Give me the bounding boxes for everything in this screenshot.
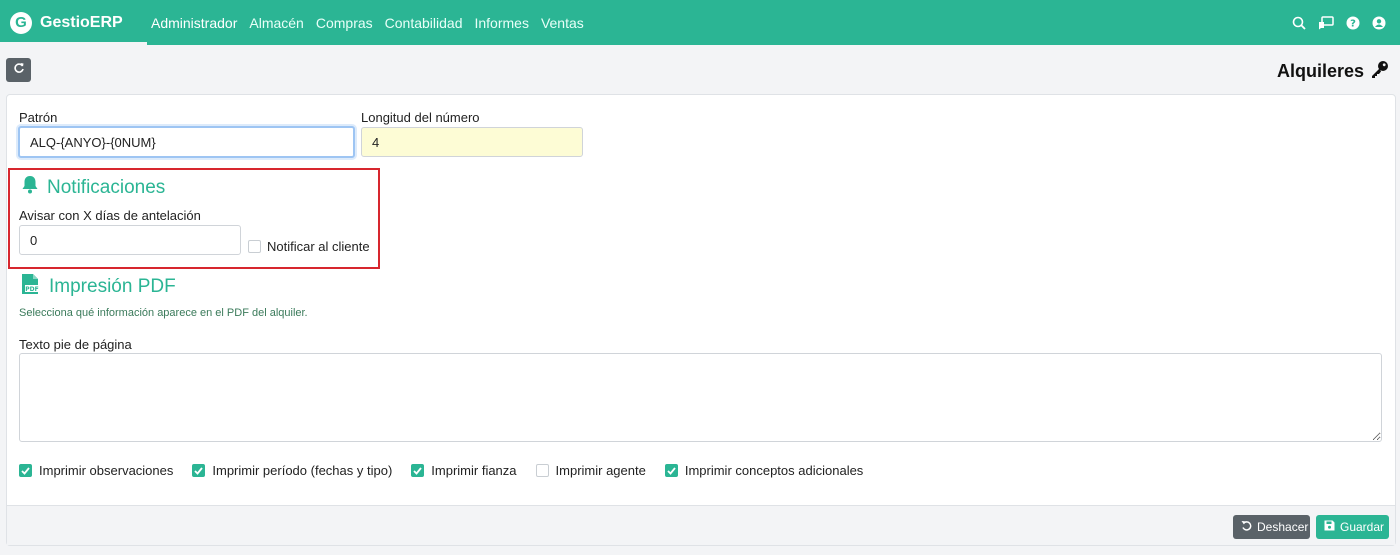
undo-icon (1241, 520, 1252, 534)
nav-item-ventas[interactable]: Ventas (535, 15, 590, 31)
page-title-text: Alquileres (1276, 61, 1364, 81)
key-icon (1370, 59, 1390, 84)
main-menu: Administrador Almacén Compras Contabilid… (147, 0, 590, 45)
option-periodo[interactable]: Imprimir período (fechas y tipo) (192, 463, 392, 478)
undo-button[interactable]: Deshacer (1233, 515, 1310, 539)
option-conceptos-label: Imprimir conceptos adicionales (684, 463, 864, 478)
pdf-title-text: Impresión PDF (49, 276, 176, 297)
pdf-section-title: PDF Impresión PDF (21, 273, 176, 301)
number-length-label: Longitud del número (361, 110, 480, 125)
brand-logo-icon: G (10, 11, 32, 34)
notify-client-checkbox[interactable] (248, 240, 261, 253)
undo-label: Deshacer (1257, 520, 1309, 534)
option-agente-label: Imprimir agente (555, 463, 646, 478)
pdf-options-row: Imprimir observaciones Imprimir período … (19, 463, 882, 478)
help-icon[interactable]: ? (1346, 16, 1360, 30)
page-title: Alquileres (1277, 59, 1390, 84)
save-button[interactable]: Guardar (1316, 515, 1389, 539)
card-footer (7, 505, 1395, 545)
bell-icon (21, 175, 39, 200)
top-navbar: G GestioERP Administrador Almacén Compra… (0, 0, 1400, 45)
option-observaciones[interactable]: Imprimir observaciones (19, 463, 173, 478)
search-icon[interactable] (1292, 16, 1306, 30)
check-icon (667, 466, 676, 475)
refresh-button[interactable] (6, 58, 31, 82)
check-icon (194, 466, 204, 475)
option-agente[interactable]: Imprimir agente (535, 463, 646, 478)
option-fianza-label: Imprimir fianza (431, 463, 517, 478)
svg-text:PDF: PDF (25, 286, 38, 293)
nav-item-almacen[interactable]: Almacén (243, 15, 309, 31)
brand-name: GestioERP (40, 13, 123, 31)
nav-item-administrador[interactable]: Administrador (145, 15, 243, 31)
check-icon (413, 466, 422, 475)
footer-text-textarea[interactable] (19, 353, 1382, 442)
refresh-icon (13, 61, 25, 79)
nav-icons: ? (1292, 0, 1386, 45)
pattern-label: Patrón (19, 110, 58, 125)
notice-days-label: Avisar con X días de antelación (19, 208, 201, 223)
save-icon (1324, 520, 1335, 534)
notify-client-option[interactable]: Notificar al cliente (248, 239, 370, 254)
page-toolbar: Alquileres (0, 45, 1400, 93)
nav-item-contabilidad[interactable]: Contabilidad (379, 15, 469, 31)
chat-icon[interactable] (1318, 15, 1334, 30)
notifications-section-title: Notificaciones (21, 175, 165, 200)
notifications-title-text: Notificaciones (47, 176, 166, 198)
option-periodo-checkbox[interactable] (192, 464, 206, 477)
option-agente-checkbox[interactable] (535, 464, 549, 477)
option-conceptos[interactable]: Imprimir conceptos adicionales (664, 463, 864, 478)
nav-item-informes[interactable]: Informes (468, 15, 534, 31)
option-fianza-checkbox[interactable] (411, 464, 425, 477)
settings-card (6, 94, 1396, 546)
option-observaciones-checkbox[interactable] (19, 464, 32, 477)
pdf-hint-text: Selecciona qué información aparece en el… (19, 307, 308, 319)
pattern-input[interactable]: ALQ-{ANYO}-{0NUM} (18, 126, 355, 158)
option-periodo-label: Imprimir período (fechas y tipo) (212, 463, 393, 478)
nav-item-compras[interactable]: Compras (310, 15, 379, 31)
pdf-file-icon: PDF (21, 273, 41, 301)
notify-client-label: Notificar al cliente (267, 239, 370, 254)
check-icon (21, 466, 30, 475)
save-label: Guardar (1340, 520, 1385, 534)
option-fianza[interactable]: Imprimir fianza (411, 463, 517, 478)
option-conceptos-checkbox[interactable] (664, 464, 678, 477)
svg-text:?: ? (1350, 18, 1356, 29)
brand[interactable]: G GestioERP (0, 0, 147, 45)
number-length-input[interactable]: 4 (361, 127, 583, 157)
user-icon[interactable] (1372, 16, 1386, 30)
footer-text-label: Texto pie de página (19, 337, 132, 352)
notice-days-input[interactable]: 0 (19, 225, 241, 255)
option-observaciones-label: Imprimir observaciones (39, 463, 174, 478)
